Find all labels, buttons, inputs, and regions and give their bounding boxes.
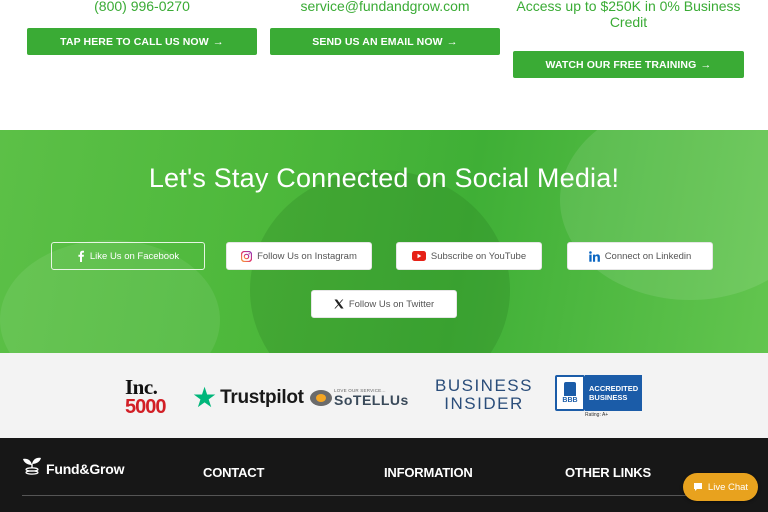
bbb-rating: Rating: A+ <box>585 412 609 418</box>
chat-icon <box>693 482 703 492</box>
sotellus-logo: LOVE OUR SERVICE... SoTELLUs <box>310 388 409 407</box>
footer-heading-other-links: OTHER LINKS <box>565 465 651 480</box>
youtube-button-label: Subscribe on YouTube <box>430 250 527 262</box>
instagram-icon <box>241 250 253 262</box>
footer-divider <box>22 495 746 496</box>
business-insider-logo: BUSINESS INSIDER <box>435 376 533 413</box>
footer-brand[interactable]: Fund&Grow <box>22 456 124 481</box>
arrow-right-icon: → <box>700 58 712 71</box>
watch-training-button[interactable]: WATCH OUR FREE TRAINING → <box>513 51 744 78</box>
trustpilot-star-icon: ★ <box>192 382 218 413</box>
chat-bubble-icon <box>310 389 332 406</box>
email-column: service@fundandgrow.com <box>270 0 500 16</box>
background-photo-shape <box>560 130 768 300</box>
credit-column: Access up to $250K in 0% Business Credit <box>513 0 744 32</box>
contact-strip: (800) 996-0270 service@fundandgrow.com A… <box>0 0 768 130</box>
bbb-accredited-logo: BBB ACCREDITED BUSINESS Rating: A+ <box>555 375 642 418</box>
facebook-button[interactable]: Like Us on Facebook <box>51 242 205 270</box>
live-chat-label: Live Chat <box>707 481 749 493</box>
footer-heading-information: INFORMATION <box>384 465 473 480</box>
call-us-button-label: TAP HERE TO CALL US NOW <box>60 35 209 48</box>
youtube-icon <box>411 251 426 261</box>
linkedin-icon <box>588 250 600 262</box>
trust-logos-strip: Inc. 5000 ★ Trustpilot LOVE OUR SERVICE.… <box>0 353 768 438</box>
arrow-right-icon: → <box>446 35 458 48</box>
twitter-button-label: Follow Us on Twitter <box>348 298 435 310</box>
instagram-button[interactable]: Follow Us on Instagram <box>226 242 372 270</box>
arrow-right-icon: → <box>212 35 224 48</box>
phone-number[interactable]: (800) 996-0270 <box>27 0 257 16</box>
call-us-button[interactable]: TAP HERE TO CALL US NOW → <box>27 28 257 55</box>
brand-name: Fund&Grow <box>46 460 125 477</box>
twitter-button[interactable]: Follow Us on Twitter <box>311 290 457 318</box>
bbb-torch-icon: BBB <box>555 375 585 411</box>
linkedin-button[interactable]: Connect on Linkedin <box>567 242 713 270</box>
site-footer: Fund&Grow CONTACT INFORMATION OTHER LINK… <box>0 438 768 512</box>
x-twitter-icon <box>334 299 344 309</box>
trustpilot-logo: ★ Trustpilot <box>192 382 304 413</box>
linkedin-button-label: Connect on Linkedin <box>604 250 692 262</box>
social-media-section: Let's Stay Connected on Social Media! Li… <box>0 130 768 353</box>
youtube-button[interactable]: Subscribe on YouTube <box>396 242 542 270</box>
phone-column: (800) 996-0270 <box>27 0 257 16</box>
footer-heading-contact: CONTACT <box>203 465 265 480</box>
facebook-icon <box>77 250 85 262</box>
send-email-button[interactable]: SEND US AN EMAIL NOW → <box>270 28 500 55</box>
send-email-button-label: SEND US AN EMAIL NOW <box>312 35 443 48</box>
facebook-button-label: Like Us on Facebook <box>89 250 180 262</box>
social-heading: Let's Stay Connected on Social Media! <box>148 163 620 193</box>
inc-5000-logo: Inc. 5000 <box>125 375 167 418</box>
live-chat-button[interactable]: Live Chat <box>683 473 758 501</box>
email-address[interactable]: service@fundandgrow.com <box>270 0 500 16</box>
sprout-logo-icon <box>22 456 42 481</box>
watch-training-button-label: WATCH OUR FREE TRAINING <box>545 58 697 71</box>
instagram-button-label: Follow Us on Instagram <box>257 250 357 262</box>
